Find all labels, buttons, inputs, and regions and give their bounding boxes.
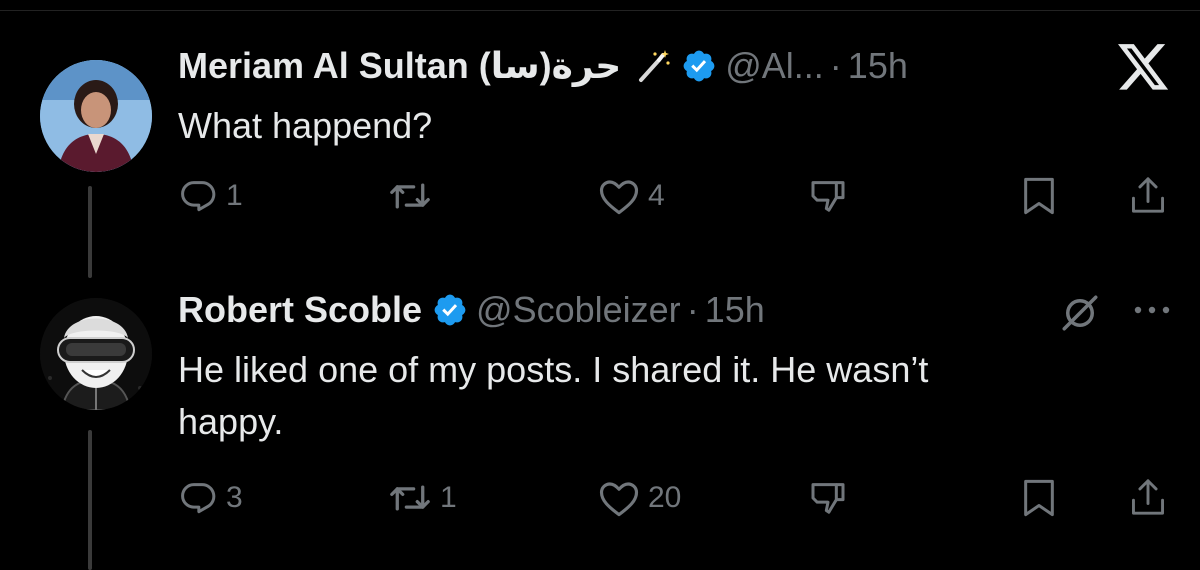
heart-icon (598, 176, 640, 216)
avatar[interactable] (40, 298, 152, 410)
repost-icon (388, 176, 432, 216)
repost-button[interactable]: 1 (388, 478, 457, 518)
bookmark-button[interactable] (1020, 478, 1058, 518)
author-name[interactable]: Robert Scoble (178, 289, 422, 331)
top-divider (0, 10, 1200, 11)
grok-icon[interactable] (1058, 292, 1102, 334)
timestamp[interactable]: 15h (848, 45, 908, 87)
timestamp[interactable]: 15h (705, 289, 765, 331)
reply-count: 1 (226, 179, 243, 212)
tweet1-text: What happend? (178, 105, 433, 146)
thread-line (88, 186, 92, 278)
magic-wand-icon (635, 48, 671, 84)
share-icon (1128, 174, 1168, 216)
dislike-icon (808, 478, 848, 518)
author-handle[interactable]: @Al... (725, 45, 824, 87)
repost-count: 1 (440, 481, 457, 514)
tweet2-text-line1: He liked one of my posts. I shared it. H… (178, 349, 929, 390)
repost-button[interactable] (388, 176, 440, 216)
tweet2-text: He liked one of my posts. I shared it. H… (178, 344, 928, 448)
dislike-button[interactable] (808, 176, 848, 216)
author-name[interactable]: Meriam Al Sultan (سا)حرة (178, 45, 621, 87)
x-logo-icon[interactable] (1118, 44, 1170, 92)
tweet1-header: Meriam Al Sultan (سا)حرة @Al... · 15h (178, 42, 908, 90)
bookmark-icon (1020, 478, 1058, 518)
avatar[interactable] (40, 60, 152, 172)
thread-line (88, 430, 92, 570)
separator: · (829, 45, 842, 86)
like-count: 4 (648, 179, 665, 212)
share-button[interactable] (1128, 174, 1168, 216)
verified-badge-icon (432, 292, 468, 328)
repost-icon (388, 478, 432, 518)
heart-icon (598, 478, 640, 518)
tweet2-text-line2: happy. (178, 401, 284, 442)
like-button[interactable]: 20 (598, 478, 681, 518)
more-icon[interactable] (1130, 302, 1174, 318)
reply-icon (178, 176, 218, 216)
like-button[interactable]: 4 (598, 176, 665, 216)
verified-badge-icon (681, 48, 717, 84)
share-icon (1128, 476, 1168, 518)
reply-button[interactable]: 3 (178, 478, 243, 518)
tweet2-header: Robert Scoble @Scobleizer · 15h (178, 286, 765, 334)
reply-button[interactable]: 1 (178, 176, 243, 216)
share-button[interactable] (1128, 476, 1168, 518)
like-count: 20 (648, 481, 682, 514)
reply-icon (178, 478, 218, 518)
reply-count: 3 (226, 481, 243, 514)
separator: · (686, 289, 699, 330)
dislike-icon (808, 176, 848, 216)
dislike-button[interactable] (808, 478, 848, 518)
bookmark-icon (1020, 176, 1058, 216)
author-handle[interactable]: @Scobleizer (476, 289, 681, 331)
bookmark-button[interactable] (1020, 176, 1058, 216)
